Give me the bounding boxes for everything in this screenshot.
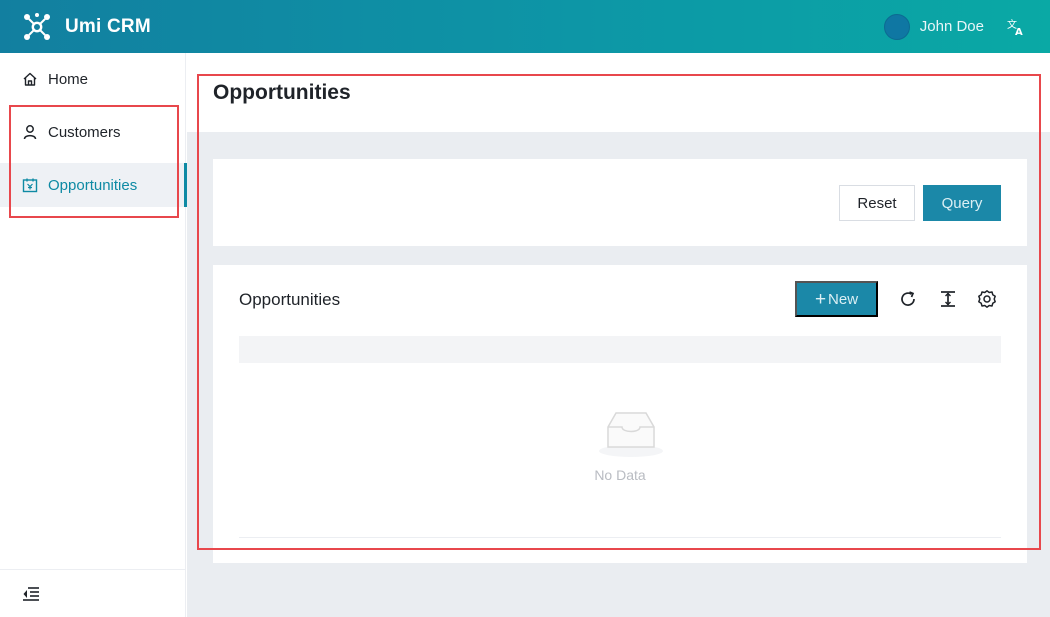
brand[interactable]: Umi CRM	[22, 12, 151, 42]
highlight-box-main	[197, 74, 1041, 550]
user-name[interactable]: John Doe	[920, 18, 984, 35]
menu-fold-icon[interactable]	[22, 586, 40, 602]
top-header: Umi CRM John Doe 文 A	[0, 0, 1050, 53]
svg-text:A: A	[1015, 27, 1023, 37]
highlight-box-sidebar	[9, 105, 179, 218]
home-icon	[23, 72, 37, 86]
sidebar-item-label: Home	[48, 70, 89, 88]
translate-icon[interactable]: 文 A	[1006, 17, 1026, 37]
header-user-area: John Doe 文 A	[883, 0, 1026, 53]
app-title: Umi CRM	[65, 15, 151, 37]
sidebar-item-home[interactable]: Home	[0, 57, 186, 101]
avatar[interactable]	[883, 13, 910, 40]
molecule-logo-icon	[24, 12, 50, 40]
sidebar-footer	[0, 569, 186, 617]
